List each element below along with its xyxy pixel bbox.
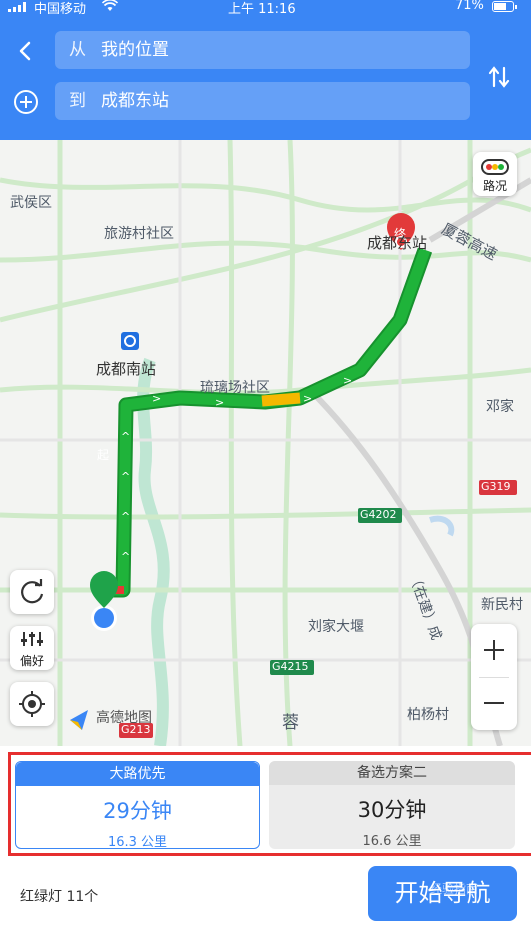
chevron-left-icon <box>19 41 31 61</box>
route-header: 从 我的位置 到 成都东站 <box>0 14 531 140</box>
signal-icon <box>8 2 30 12</box>
zoom-out-button[interactable] <box>471 677 517 730</box>
status-bar: 中国移动 上午 11:16 71% <box>0 0 531 17</box>
swap-route-button[interactable] <box>484 62 514 92</box>
traffic-toggle-button[interactable]: 路况 <box>473 152 517 196</box>
svg-text:^: ^ <box>121 510 130 523</box>
svg-text:>: > <box>343 374 352 387</box>
crosshair-icon <box>19 691 45 717</box>
route-option-1[interactable]: 大路优先 29分钟 16.3 公里 <box>15 761 260 850</box>
preference-button[interactable]: 偏好 <box>10 626 54 670</box>
preference-label: 偏好 <box>19 654 44 668</box>
map-label-lvyoucun: 旅游村社区 <box>104 226 174 242</box>
route-distance: 16.6 公里 <box>362 834 422 849</box>
zoom-controls <box>471 624 517 730</box>
swap-icon <box>488 66 510 88</box>
route-duration: 30分钟 <box>357 798 427 822</box>
svg-text:>: > <box>215 396 224 409</box>
refresh-button[interactable] <box>10 570 54 614</box>
svg-text:>: > <box>303 392 312 405</box>
destination-value: 成都东站 <box>101 91 169 111</box>
locate-button[interactable] <box>10 682 54 726</box>
wifi-icon <box>101 0 119 15</box>
highway-badge-g319: G319 <box>481 480 511 493</box>
highway-badge-g4215: G4215 <box>272 660 309 673</box>
svg-text:^: ^ <box>121 550 130 563</box>
route-options-panel: 大路优先 29分钟 16.3 公里 备选方案二 30分钟 16.6 公里 <box>8 752 531 856</box>
back-button[interactable] <box>10 36 40 66</box>
svg-text:^: ^ <box>121 470 130 483</box>
route-tag: 大路优先 <box>16 762 259 786</box>
plus-icon <box>484 640 504 660</box>
map-label-liulichang: 琉璃场社区 <box>200 380 270 396</box>
route-distance: 16.3 公里 <box>107 835 168 850</box>
brand-logo: 高德地图 <box>96 710 152 726</box>
route-option-2[interactable]: 备选方案二 30分钟 16.6 公里 <box>269 761 515 849</box>
plus-circle-icon <box>14 90 38 114</box>
map-label-chengdu-east: 成都东站 <box>367 234 428 252</box>
map-label-wuhou: 武侯区 <box>10 195 52 211</box>
map-label-chengdu-south: 成都南站 <box>96 360 157 378</box>
map-label-dengjia: 邓家 <box>486 399 514 415</box>
traffic-light-count: 红绿灯 11个 <box>20 889 99 905</box>
origin-field[interactable]: 从 我的位置 <box>55 31 470 69</box>
map-label-xinmin: 新民村 <box>481 597 523 613</box>
add-waypoint-button[interactable] <box>12 88 40 116</box>
sliders-icon <box>21 632 43 646</box>
refresh-icon <box>21 579 44 604</box>
origin-prefix: 从 <box>69 40 86 60</box>
minus-icon <box>484 702 504 704</box>
traffic-label: 路况 <box>482 179 507 193</box>
map-view[interactable]: ^ ^ ^ ^ > > > > 起 终 武侯区 旅游村社区 成都南站 琉璃场社区 成都东站 … <box>0 140 531 746</box>
origin-value: 我的位置 <box>101 40 169 60</box>
start-marker-label: 起 <box>97 448 110 462</box>
highway-badge-g4202: G4202 <box>360 508 397 521</box>
watermark: 经验指南 <box>430 882 479 896</box>
map-label-baiyang: 柏杨村 <box>407 707 449 723</box>
svg-text:^: ^ <box>121 430 130 443</box>
zoom-in-button[interactable] <box>471 624 517 677</box>
map-label-liujia: 刘家大堰 <box>308 619 364 635</box>
battery-icon <box>492 1 517 12</box>
destination-field[interactable]: 到 成都东站 <box>55 82 470 120</box>
svg-text:>: > <box>152 392 161 405</box>
map-label-rong: 蓉 <box>282 713 299 733</box>
route-duration: 29分钟 <box>103 799 172 823</box>
battery-percentage: 71% <box>455 0 484 13</box>
destination-prefix: 到 <box>69 91 86 111</box>
route-tag: 备选方案二 <box>269 761 515 785</box>
